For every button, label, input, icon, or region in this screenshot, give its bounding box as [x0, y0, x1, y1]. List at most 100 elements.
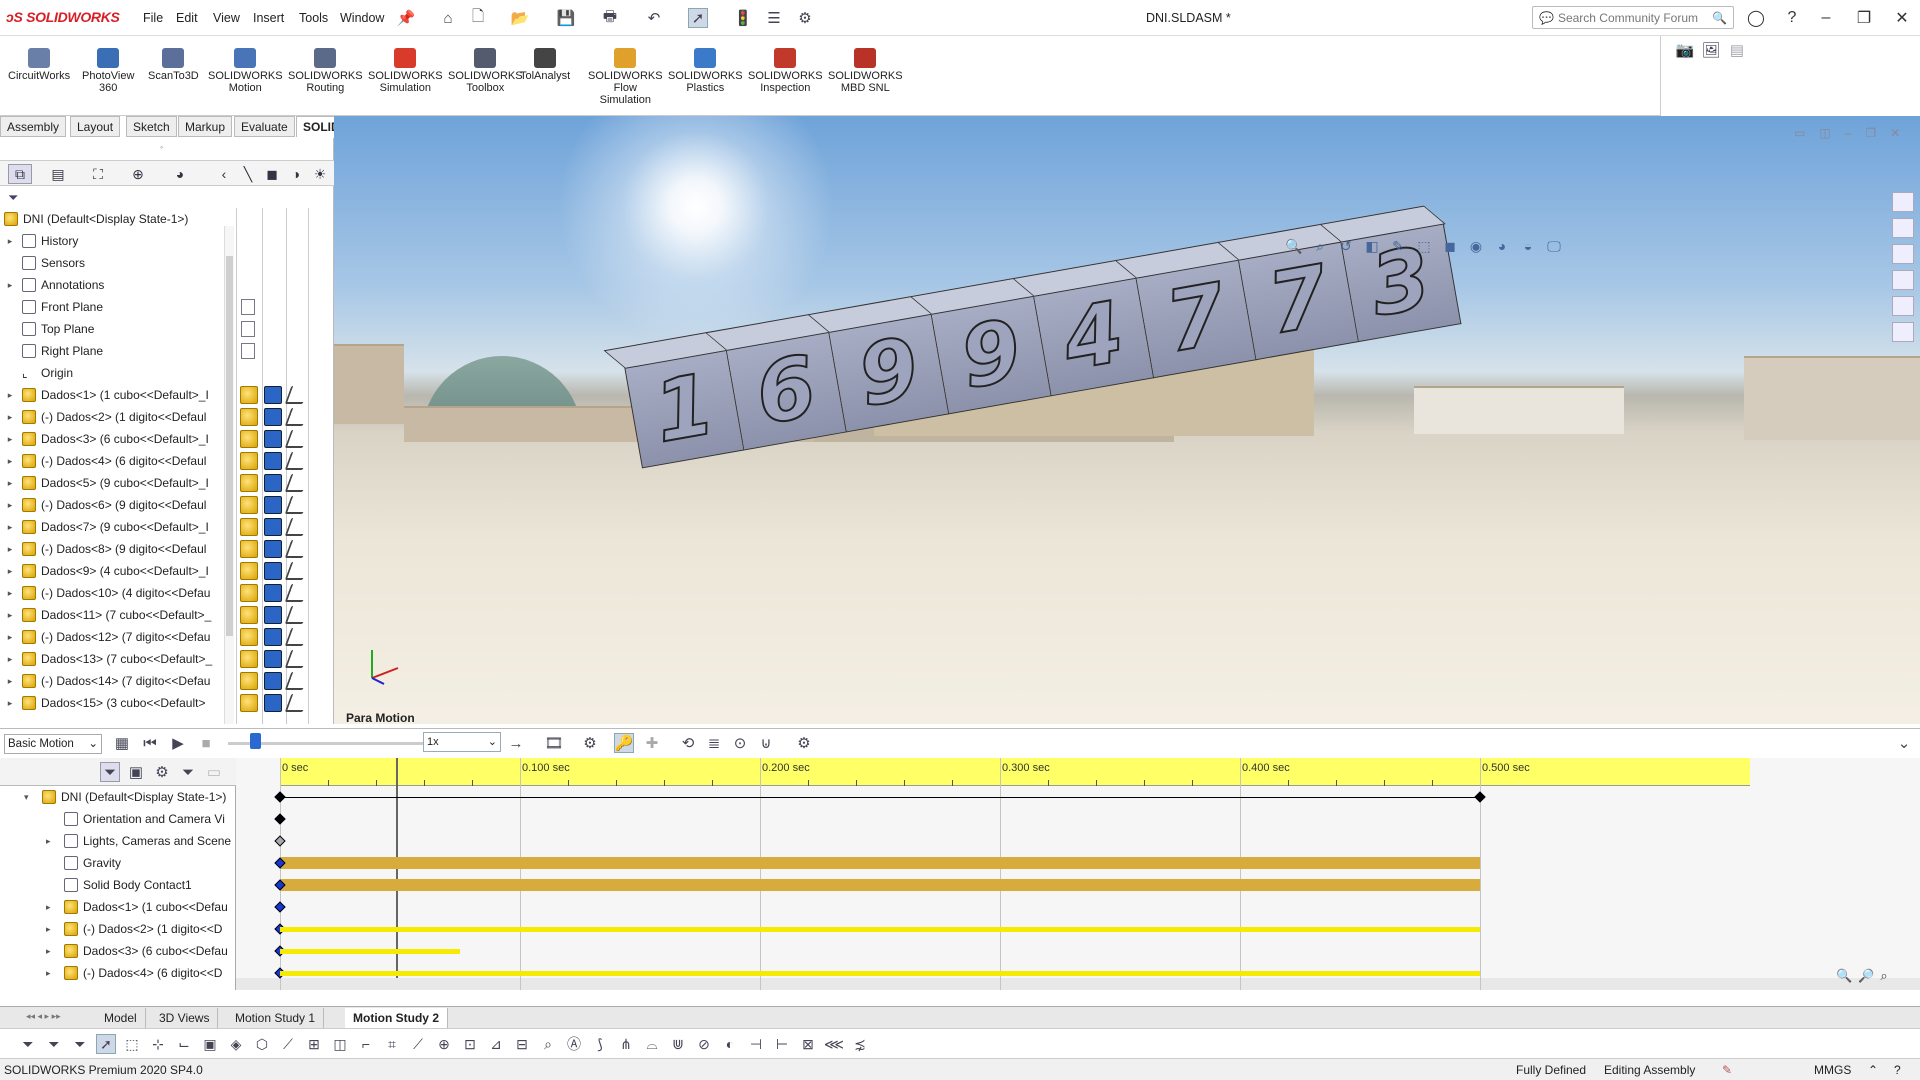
- tree-item[interactable]: ▸ (-) Dados<14> (7 digito<<Defau: [0, 670, 228, 692]
- appearance-icon[interactable]: [264, 694, 282, 712]
- dimxpert-tab-icon[interactable]: ⊕: [126, 164, 150, 184]
- timeline-scrollbar[interactable]: [236, 978, 1920, 990]
- mate-icon[interactable]: [284, 650, 310, 668]
- contact-bar[interactable]: [280, 879, 1480, 891]
- playback-mode-icon[interactable]: →: [506, 733, 526, 753]
- mate-icon[interactable]: [284, 694, 310, 712]
- bottom-tab-motion-study-1[interactable]: Motion Study 1: [227, 1008, 325, 1028]
- tree-item[interactable]: ▸ Dados<1> (1 cubo<<Default>_I: [0, 384, 228, 406]
- motion-key-icon[interactable]: [240, 540, 258, 558]
- featuremanager-tab-icon[interactable]: ⧉: [8, 164, 32, 184]
- expand-arrow-icon[interactable]: ▸: [4, 412, 16, 423]
- appearance-icon[interactable]: [264, 584, 282, 602]
- digit-block[interactable]: 7: [1136, 257, 1257, 379]
- motion-key-icon[interactable]: [240, 694, 258, 712]
- configurationmanager-tab-icon[interactable]: ⛶: [86, 164, 110, 184]
- tree-item[interactable]: ▸ Dados<9> (4 cubo<<Default>_I: [0, 560, 228, 582]
- tree-item[interactable]: ▸ (-) Dados<12> (7 digito<<Defau: [0, 626, 228, 648]
- mate-icon[interactable]: [284, 474, 310, 492]
- sketch-tool-icon[interactable]: ⊘: [694, 1034, 714, 1054]
- viewport-tile-icon[interactable]: ▭: [1794, 126, 1805, 140]
- motion-key-icon[interactable]: [240, 386, 258, 404]
- filter-driving-icon[interactable]: ▣: [126, 762, 146, 782]
- tree-item[interactable]: ▸ (-) Dados<8> (9 digito<<Defaul: [0, 538, 228, 560]
- motion-key-icon[interactable]: [240, 628, 258, 646]
- study-properties-icon[interactable]: ⚙: [794, 733, 814, 753]
- sketch-tool-icon[interactable]: Ⓐ: [564, 1034, 584, 1054]
- component-change-bar[interactable]: [280, 949, 460, 954]
- tree-item[interactable]: ▸ Dados<5> (9 cubo<<Default>_I: [0, 472, 228, 494]
- motion-tree-row[interactable]: Solid Body Contact1: [0, 874, 236, 896]
- pin-icon[interactable]: 📌: [396, 8, 416, 28]
- appearance-icon[interactable]: [264, 518, 282, 536]
- zoom-out-icon[interactable]: 🔎: [1858, 968, 1874, 984]
- zoom-in-icon[interactable]: 🔍: [1836, 968, 1852, 984]
- zoom-area-icon[interactable]: ⌕: [1310, 238, 1330, 256]
- undo-icon[interactable]: ↶: [644, 8, 664, 28]
- study-type-select[interactable]: Basic Motion ⌄: [4, 734, 102, 754]
- mate-icon[interactable]: [284, 518, 310, 536]
- digit-block[interactable]: 9: [828, 311, 950, 433]
- command-2[interactable]: ScanTo3D: [148, 48, 199, 82]
- motion-tree-row[interactable]: ▾ DNI (Default<Display State-1>): [0, 786, 236, 808]
- command-5[interactable]: SOLIDWORKS Simulation: [368, 48, 443, 94]
- sketch-tool-icon[interactable]: ⬡: [252, 1034, 272, 1054]
- display-cube-icon[interactable]: ◼: [260, 164, 284, 184]
- appearance-tab-icon[interactable]: ◕: [168, 164, 192, 184]
- appearance-icon[interactable]: [264, 672, 282, 690]
- tree-item[interactable]: ▸ Annotations: [0, 274, 228, 296]
- appearance-icon[interactable]: [264, 408, 282, 426]
- viewport-split-icon[interactable]: ◫: [1819, 126, 1830, 140]
- contact-icon[interactable]: ⊙: [730, 733, 750, 753]
- tree-item[interactable]: Right Plane: [0, 340, 228, 362]
- close-button[interactable]: ✕: [1888, 5, 1916, 31]
- mate-icon[interactable]: [284, 584, 310, 602]
- account-icon[interactable]: ◯: [1742, 5, 1770, 31]
- expand-arrow-icon[interactable]: ▸: [46, 924, 60, 935]
- motion-key-icon[interactable]: [240, 474, 258, 492]
- options-gear-icon[interactable]: ⚙: [795, 8, 815, 28]
- appearance-icon[interactable]: [264, 540, 282, 558]
- time-ruler[interactable]: 0 sec 0.100 sec 0.200 sec 0.300 sec 0.400 se…: [280, 758, 1750, 786]
- schedule-icon[interactable]: ▤: [1727, 40, 1747, 60]
- expand-arrow-icon[interactable]: ▸: [46, 968, 60, 979]
- bottom-tab-model[interactable]: Model: [96, 1008, 146, 1028]
- filter-disabled-icon[interactable]: ▭: [204, 762, 224, 782]
- tree-item[interactable]: ▸ Dados<11> (7 cubo<<Default>_: [0, 604, 228, 626]
- search-icon[interactable]: 🔍: [1712, 11, 1727, 25]
- edge-tool-icon[interactable]: ╲: [236, 164, 260, 184]
- mate-icon[interactable]: [284, 606, 310, 624]
- tab-markup[interactable]: Markup: [178, 116, 233, 137]
- appearance-icon[interactable]: [264, 474, 282, 492]
- collapse-left-icon[interactable]: ‹: [212, 164, 236, 184]
- viewport-restore-icon[interactable]: ❐: [1865, 126, 1876, 140]
- menu-edit[interactable]: Edit: [176, 11, 198, 25]
- tab-evaluate[interactable]: Evaluate: [234, 116, 295, 137]
- view-palette-icon[interactable]: [1892, 270, 1914, 290]
- motion-key-icon[interactable]: [240, 562, 258, 580]
- help-icon[interactable]: ?: [1778, 5, 1806, 31]
- play-from-start-icon[interactable]: ⏮: [140, 733, 160, 753]
- digit-block[interactable]: 4: [1033, 275, 1155, 397]
- plane-indicator-icon[interactable]: [241, 343, 255, 359]
- appearance-icon[interactable]: [264, 562, 282, 580]
- component-change-bar[interactable]: [280, 971, 1480, 976]
- appearances-icon[interactable]: [1892, 296, 1914, 316]
- bottom-tab-3d-views[interactable]: 3D Views: [151, 1008, 219, 1028]
- tree-item[interactable]: ▸ Dados<7> (9 cubo<<Default>_I: [0, 516, 228, 538]
- sketch-tool-icon[interactable]: ⬚: [122, 1034, 142, 1054]
- tab-sketch[interactable]: Sketch: [126, 116, 177, 137]
- mate-icon[interactable]: [284, 628, 310, 646]
- command-7[interactable]: TolAnalyst: [520, 48, 570, 82]
- sketch-tool-icon[interactable]: ⋘: [824, 1034, 844, 1054]
- color-sphere-icon[interactable]: ◑: [284, 164, 308, 184]
- sketch-tool-icon[interactable]: ⊿: [486, 1034, 506, 1054]
- mate-icon[interactable]: [284, 386, 310, 404]
- motion-tree-row[interactable]: ▸ Dados<3> (6 cubo<<Defau: [0, 940, 236, 962]
- expand-arrow-icon[interactable]: ▸: [4, 676, 16, 687]
- motion-key-icon[interactable]: [240, 496, 258, 514]
- sketch-tool-icon[interactable]: ⊟: [512, 1034, 532, 1054]
- appearance-icon[interactable]: [264, 430, 282, 448]
- animation-wizard-icon[interactable]: ⚙: [580, 733, 600, 753]
- sketch-tool-icon[interactable]: ⟋: [408, 1034, 428, 1054]
